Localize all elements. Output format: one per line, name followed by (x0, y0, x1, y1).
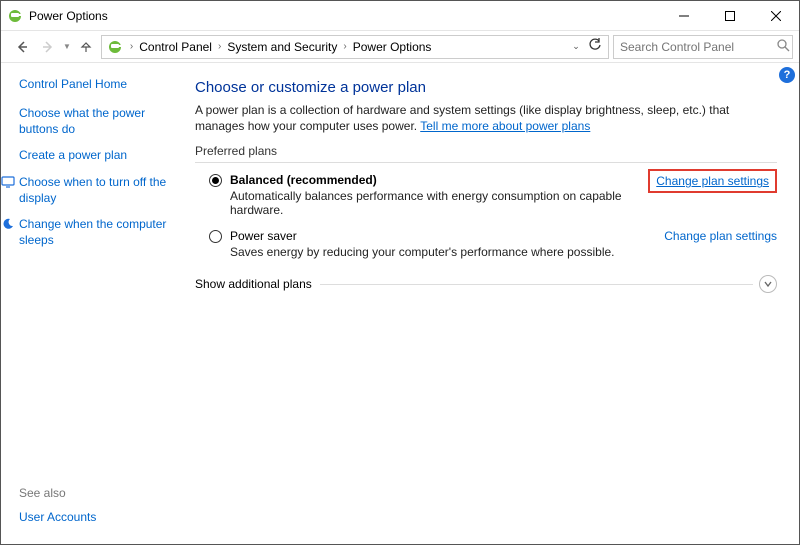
chevron-right-icon[interactable]: › (126, 41, 137, 52)
address-history-dropdown[interactable]: ⌄ (568, 41, 584, 52)
minimize-button[interactable] (661, 1, 707, 31)
change-plan-settings-power-saver[interactable]: Change plan settings (664, 229, 777, 243)
plan-name-balanced: Balanced (recommended) (230, 173, 632, 187)
main-panel: ? Choose or customize a power plan A pow… (191, 63, 799, 544)
radio-power-saver[interactable] (209, 230, 222, 243)
show-additional-plans-label: Show additional plans (195, 277, 312, 291)
sidebar: Control Panel Home Choose what the power… (1, 63, 191, 544)
up-button[interactable] (75, 36, 97, 58)
breadcrumb-system-security[interactable]: System and Security (225, 40, 339, 54)
help-icon[interactable]: ? (779, 67, 795, 83)
divider (195, 162, 777, 163)
sleep-icon (1, 217, 15, 231)
recent-locations-dropdown[interactable]: ▼ (63, 42, 71, 51)
page-title: Choose or customize a power plan (195, 79, 777, 96)
address-bar[interactable]: › Control Panel › System and Security › … (101, 35, 609, 59)
plan-desc-balanced: Automatically balances performance with … (230, 189, 632, 217)
power-options-window: Power Options ▼ › Control Panel › (0, 0, 800, 545)
learn-more-link[interactable]: Tell me more about power plans (420, 119, 590, 133)
title-bar: Power Options (1, 1, 799, 31)
power-options-location-icon (106, 38, 124, 56)
sidebar-link-power-buttons[interactable]: Choose what the power buttons do (19, 105, 181, 137)
plan-name-power-saver: Power saver (230, 229, 648, 243)
sidebar-link-turn-off-display[interactable]: Choose when to turn off the display (19, 174, 181, 206)
radio-balanced[interactable] (209, 174, 222, 187)
refresh-button[interactable] (584, 38, 606, 55)
sidebar-link-create-plan[interactable]: Create a power plan (19, 147, 181, 163)
breadcrumb-power-options[interactable]: Power Options (351, 40, 434, 54)
plan-desc-power-saver: Saves energy by reducing your computer's… (230, 245, 648, 259)
change-plan-settings-balanced[interactable]: Change plan settings (648, 169, 777, 193)
see-also-user-accounts[interactable]: User Accounts (19, 510, 96, 524)
see-also-section: See also User Accounts (19, 486, 96, 524)
back-button[interactable] (11, 36, 33, 58)
chevron-right-icon[interactable]: › (339, 41, 350, 52)
preferred-plans-label: Preferred plans (195, 144, 777, 158)
page-description: A power plan is a collection of hardware… (195, 102, 777, 134)
search-box[interactable] (613, 35, 793, 59)
nav-bar: ▼ › Control Panel › System and Security … (1, 31, 799, 63)
see-also-heading: See also (19, 486, 96, 500)
search-input[interactable] (618, 39, 777, 55)
chevron-right-icon[interactable]: › (214, 41, 225, 52)
control-panel-home-link[interactable]: Control Panel Home (19, 77, 181, 91)
chevron-down-icon[interactable] (759, 275, 777, 293)
close-button[interactable] (753, 1, 799, 31)
window-title: Power Options (29, 9, 661, 23)
maximize-button[interactable] (707, 1, 753, 31)
breadcrumb-control-panel[interactable]: Control Panel (137, 40, 214, 54)
content-body: Control Panel Home Choose what the power… (1, 63, 799, 544)
forward-button[interactable] (37, 36, 59, 58)
plan-row-power-saver: Power saver Saves energy by reducing you… (195, 227, 777, 269)
plan-row-balanced: Balanced (recommended) Automatically bal… (195, 171, 777, 227)
display-icon (1, 175, 15, 189)
sidebar-link-computer-sleeps[interactable]: Change when the computer sleeps (19, 216, 181, 248)
divider (320, 284, 753, 285)
show-additional-plans[interactable]: Show additional plans (195, 275, 777, 293)
search-icon[interactable] (777, 39, 790, 55)
power-options-app-icon (7, 8, 23, 24)
